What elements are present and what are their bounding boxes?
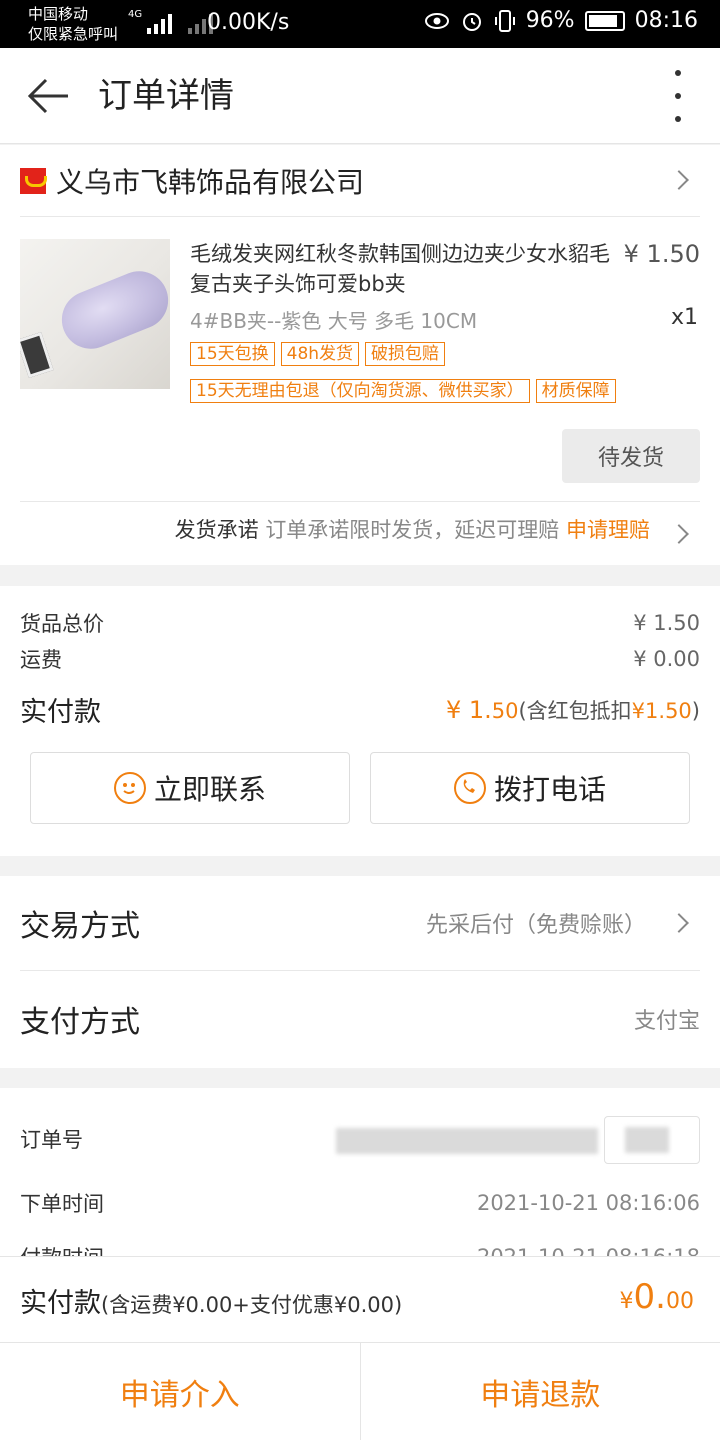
amount-int: 0. xyxy=(633,1277,666,1317)
service-tag: 材质保障 xyxy=(535,379,616,403)
product-sku: 4#BB夹--紫色 大号 多毛 10CM xyxy=(190,309,478,333)
chat-icon xyxy=(113,772,146,804)
copy-button-redacted xyxy=(625,1127,669,1153)
promise-text: 订单承诺限时发货，延迟可理赔 xyxy=(265,518,560,542)
divider xyxy=(20,216,700,217)
paid-note-open: (含红包抵扣 xyxy=(518,698,632,723)
shipping-row: 运费 ¥ 0.00 xyxy=(20,644,700,674)
service-tags-row-1: 15天包换 48h发货 破损包赔 xyxy=(190,342,710,366)
order-time-row: 下单时间 2021-10-21 08:16:06 xyxy=(20,1188,700,1218)
carrier-info: 中国移动 仅限紧急呼叫 xyxy=(28,4,118,44)
call-button-label: 拨打电话 xyxy=(493,773,606,806)
payment-method-row: 支付方式 支付宝 xyxy=(20,994,700,1044)
bottom-paid-note: (含运费¥0.00+支付优惠¥0.00) xyxy=(101,1293,403,1317)
clock: 08:16 xyxy=(634,8,698,33)
copy-button[interactable] xyxy=(604,1116,700,1164)
promise-label: 发货承诺 xyxy=(174,518,259,542)
bottom-amount: ¥0.00 xyxy=(620,1277,694,1317)
product-price: ¥ 1.50 xyxy=(623,240,700,268)
paid-note-close: ) xyxy=(691,698,700,723)
app-header: 订单详情 xyxy=(0,48,720,144)
status-right: 96% 08:16 xyxy=(424,8,698,33)
order-product-card: 义乌市飞韩饰品有限公司 毛绒发夹网红秋冬款韩国侧边边夹少女水貂毛复古夹子头饰可爱… xyxy=(0,145,720,565)
bottom-actions: 申请介入 申请退款 xyxy=(0,1342,720,1440)
call-button[interactable]: 拨打电话 xyxy=(370,752,690,824)
payment-method-label: 支付方式 xyxy=(20,1005,140,1040)
trade-method-label: 交易方式 xyxy=(20,909,140,944)
service-tag: 15天包换 xyxy=(190,342,275,366)
delivery-promise[interactable]: 发货承诺 订单承诺限时发货，延迟可理赔 申请理赔 xyxy=(175,515,650,545)
shop-name: 义乌市飞韩饰品有限公司 xyxy=(56,166,365,199)
order-time-label: 下单时间 xyxy=(20,1192,104,1216)
shop-logo-icon xyxy=(20,168,47,194)
paid-amount-suffix: 50 xyxy=(491,698,519,723)
signal-icon: 4G xyxy=(128,9,214,34)
vibrate-icon xyxy=(494,9,515,32)
payment-method-value: 支付宝 xyxy=(633,1009,700,1034)
amount-symbol: ¥ xyxy=(619,1289,634,1314)
battery-icon xyxy=(584,10,625,31)
service-tag: 15天无理由包退（仅向淘货源、微供买家） xyxy=(190,379,530,403)
paid-label: 实付款 xyxy=(20,697,101,728)
cost-card: 货品总价 ¥ 1.50 运费 ¥ 0.00 实付款 ¥ 1.50(含红包抵扣¥1… xyxy=(0,586,720,856)
page-title: 订单详情 xyxy=(98,76,234,116)
service-tag: 破损包赔 xyxy=(365,342,446,366)
shop-link[interactable]: 义乌市飞韩饰品有限公司 xyxy=(20,163,364,199)
phone-icon xyxy=(453,772,486,804)
chevron-right-icon[interactable] xyxy=(669,170,689,190)
net-speed: 0.00K/s xyxy=(207,10,290,35)
paid-row: 实付款 ¥ 1.50(含红包抵扣¥1.50) xyxy=(20,690,700,729)
shipping-value: ¥ 0.00 xyxy=(633,647,700,671)
goods-total-value: ¥ 1.50 xyxy=(633,611,700,635)
apply-intervention-button[interactable]: 申请介入 xyxy=(0,1343,360,1440)
order-info-card: 订单号 下单时间 2021-10-21 08:16:06 付款时间 2021-1… xyxy=(0,1088,720,1258)
order-number-label: 订单号 xyxy=(20,1128,83,1152)
carrier-name: 中国移动 xyxy=(28,5,89,23)
contact-button[interactable]: 立即联系 xyxy=(30,752,350,824)
apply-refund-button[interactable]: 申请退款 xyxy=(359,1343,720,1440)
order-status-button[interactable]: 待发货 xyxy=(562,429,700,483)
payment-card: 交易方式 先采后付（免费赊账） 支付方式 支付宝 xyxy=(0,876,720,1068)
back-arrow-icon[interactable] xyxy=(24,72,72,120)
shipping-label: 运费 xyxy=(20,648,62,672)
image-card xyxy=(20,331,54,379)
carrier-sub: 仅限紧急呼叫 xyxy=(28,25,119,43)
bottom-paid-label: 实付款 xyxy=(20,1288,101,1319)
order-number-redacted xyxy=(336,1128,598,1154)
status-bar: 中国移动 仅限紧急呼叫 4G 0.00K/s 96% 08:16 xyxy=(0,0,720,48)
bottom-paid: 实付款(含运费¥0.00+支付优惠¥0.00) xyxy=(20,1281,402,1320)
battery-percent: 96% xyxy=(525,8,575,33)
amount-dec: 00 xyxy=(666,1289,694,1314)
divider xyxy=(20,501,700,502)
service-tags-row-2: 15天无理由包退（仅向淘货源、微供买家） 材质保障 xyxy=(190,379,710,403)
goods-total-label: 货品总价 xyxy=(20,612,104,636)
more-vertical-icon[interactable] xyxy=(666,70,690,122)
contact-button-label: 立即联系 xyxy=(153,773,266,806)
claim-link[interactable]: 申请理赔 xyxy=(566,518,650,542)
network-type: 4G xyxy=(128,9,143,20)
alarm-icon xyxy=(462,12,481,31)
trade-method-value: 先采后付（免费赊账） xyxy=(425,913,646,938)
service-tag: 48h发货 xyxy=(280,342,360,366)
eye-icon xyxy=(424,12,449,29)
product-name[interactable]: 毛绒发夹网红秋冬款韩国侧边边夹少女水貂毛复古夹子头饰可爱bb夹 xyxy=(190,239,626,299)
image-hair-clip xyxy=(53,262,170,358)
bottom-summary-bar: 实付款(含运费¥0.00+支付优惠¥0.00) ¥0.00 xyxy=(0,1256,720,1342)
trade-method-row[interactable]: 交易方式 先采后付（免费赊账） xyxy=(20,898,700,948)
product-image[interactable] xyxy=(20,239,170,389)
paid-value: ¥ 1.50(含红包抵扣¥1.50) xyxy=(446,695,700,725)
divider xyxy=(20,970,700,971)
chevron-right-icon[interactable] xyxy=(669,524,689,544)
goods-total-row: 货品总价 ¥ 1.50 xyxy=(20,608,700,638)
paid-amount-prefix: ¥ 1. xyxy=(445,695,492,724)
paid-note-amount: ¥1.50 xyxy=(631,698,692,723)
order-time-value: 2021-10-21 08:16:06 xyxy=(476,1191,700,1215)
product-quantity: x1 xyxy=(670,305,698,330)
